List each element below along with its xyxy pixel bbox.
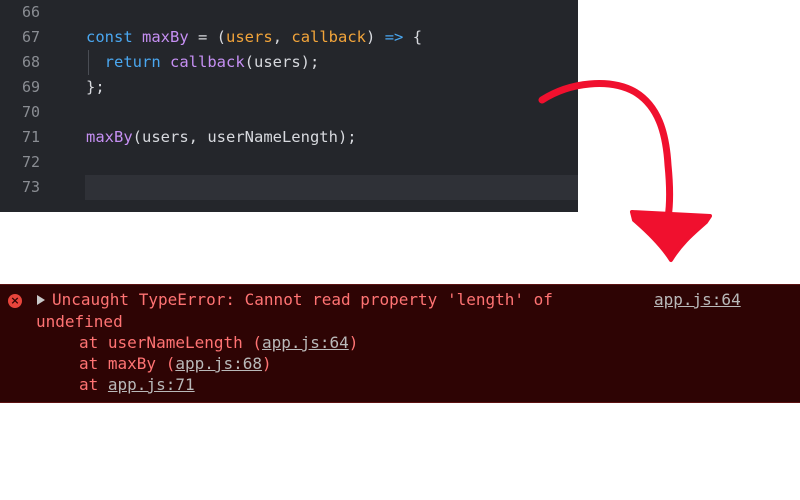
- code-line-67[interactable]: 67 const maxBy = (users, callback) => {: [0, 25, 578, 50]
- error-message-continued: undefined: [36, 312, 123, 331]
- error-icon: ×: [8, 294, 22, 308]
- line-number: 68: [22, 53, 41, 71]
- line-number: 69: [22, 78, 41, 96]
- code-editor[interactable]: 66 67 const maxBy = (users, callback) =>…: [0, 0, 578, 212]
- code-line-66[interactable]: 66: [0, 0, 578, 25]
- error-message: Uncaught TypeError: Cannot read property…: [52, 290, 553, 309]
- console-error-panel: × Uncaught TypeError: Cannot read proper…: [0, 284, 800, 403]
- code-line-73-current[interactable]: 73: [0, 175, 578, 201]
- stack-frame-link[interactable]: app.js:64: [262, 333, 349, 352]
- code-line-71[interactable]: 71 maxBy(users, userNameLength);: [0, 125, 578, 150]
- code-text: };: [86, 78, 105, 96]
- code-line-69[interactable]: 69 };: [0, 75, 578, 100]
- stack-frame-link[interactable]: app.js:68: [175, 354, 262, 373]
- stack-frame-link[interactable]: app.js:71: [108, 375, 195, 394]
- hand-drawn-arrow-icon: [538, 80, 712, 262]
- expand-triangle-icon[interactable]: [37, 295, 45, 305]
- line-number: 73: [22, 178, 41, 196]
- line-number: 67: [22, 28, 41, 46]
- code-line-70[interactable]: 70: [0, 100, 578, 125]
- line-number: 66: [22, 3, 41, 21]
- error-source-link[interactable]: app.js:64: [654, 289, 741, 310]
- line-number: 72: [22, 153, 41, 171]
- stack-frame: at app.js:71: [79, 375, 195, 394]
- code-text: maxBy(users, userNameLength);: [86, 128, 357, 146]
- code-line-68[interactable]: 68 return callback(users);: [0, 50, 578, 75]
- stack-frame: at userNameLength (app.js:64): [79, 333, 359, 352]
- code-line-72[interactable]: 72: [0, 150, 578, 175]
- code-text: const maxBy = (users, callback) => {: [86, 28, 423, 46]
- line-number: 70: [22, 103, 41, 121]
- stack-frame: at maxBy (app.js:68): [79, 354, 272, 373]
- line-number: 71: [22, 128, 41, 146]
- code-text: return callback(users);: [104, 53, 320, 71]
